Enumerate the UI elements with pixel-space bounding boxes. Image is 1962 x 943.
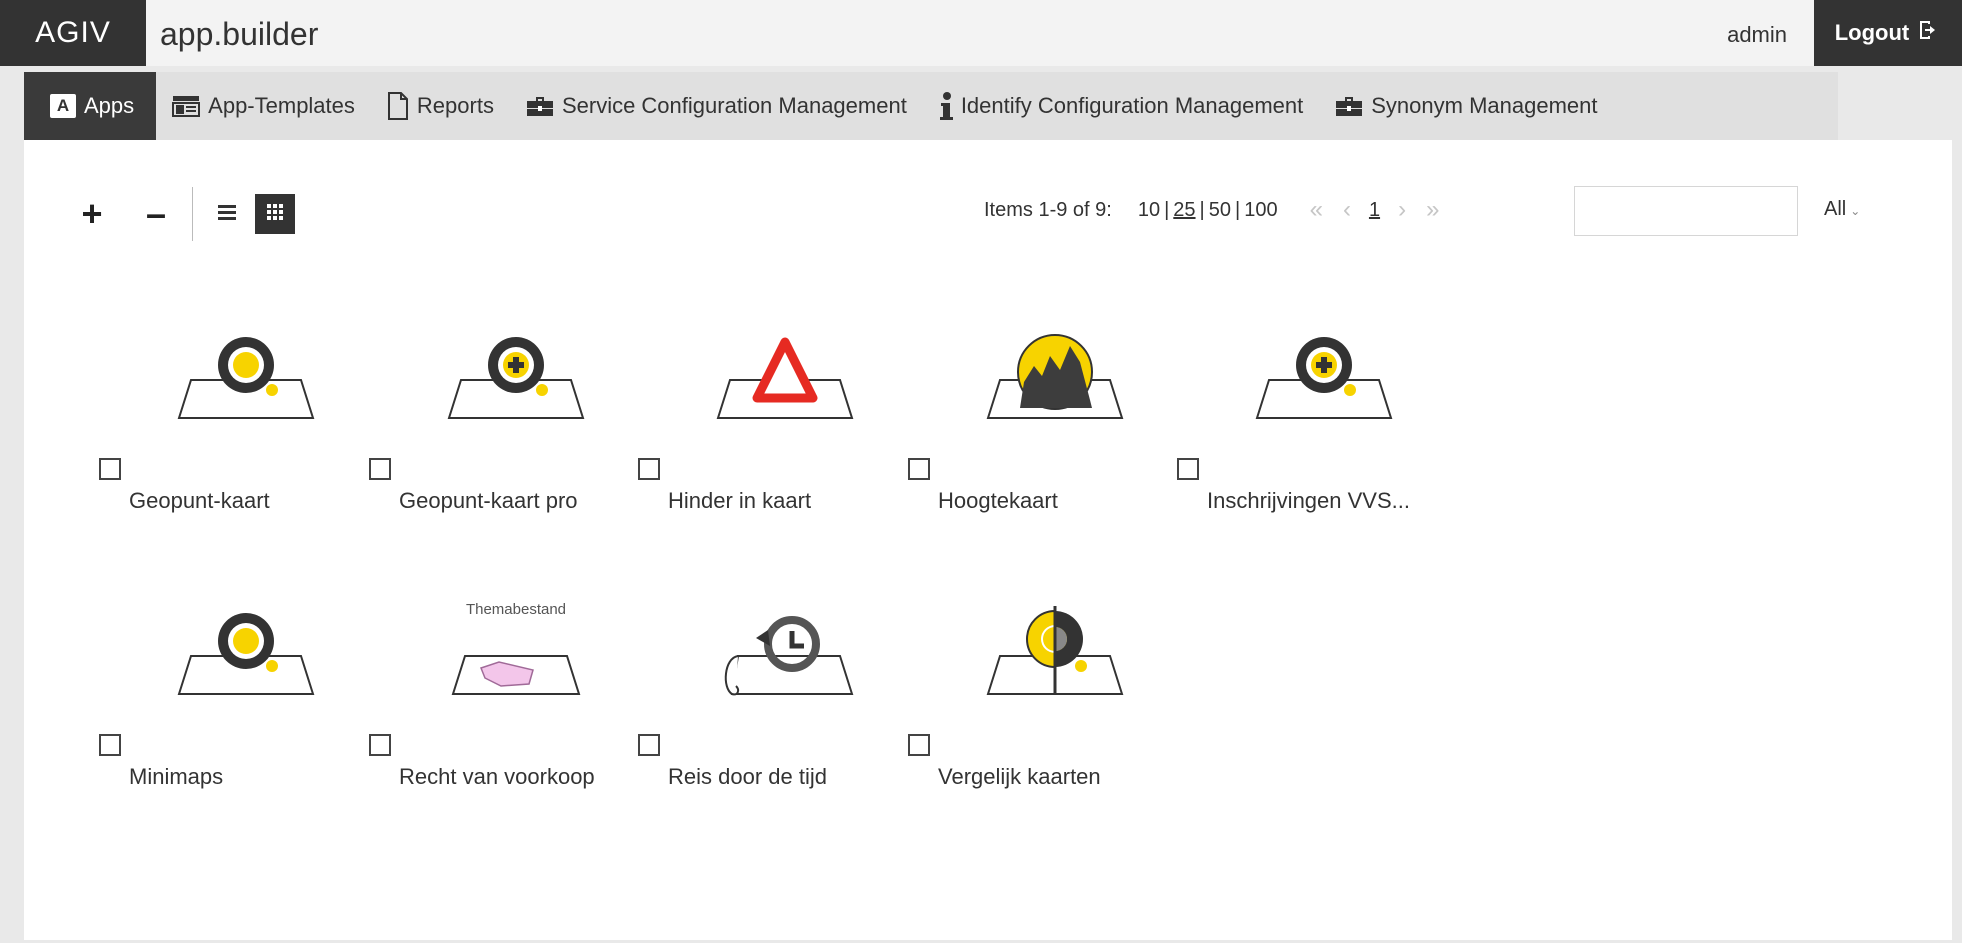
- tab-identify-configuration[interactable]: Identify Configuration Management: [923, 72, 1319, 140]
- filter-dropdown[interactable]: All ⌄: [1824, 198, 1860, 221]
- page-size-100[interactable]: 100: [1240, 199, 1281, 222]
- grid-icon: [265, 202, 285, 227]
- app-tile[interactable]: Vergelijk kaarten: [908, 586, 1208, 836]
- app-tile[interactable]: Hinder in kaart: [638, 310, 938, 560]
- tab-label: App-Templates: [208, 93, 355, 118]
- tab-app-templates[interactable]: App-Templates: [156, 72, 371, 140]
- app-checkbox[interactable]: [369, 458, 391, 480]
- geopunt-pro-map-icon: [441, 310, 591, 430]
- app-name[interactable]: Vergelijk kaarten: [938, 764, 1178, 790]
- top-bar: AGIV app.builder admin Logout: [0, 0, 1962, 66]
- app-name[interactable]: Hoogtekaart: [938, 488, 1178, 514]
- thematic-map-icon: Themabestand: [441, 586, 591, 706]
- history-map-icon: [710, 586, 860, 706]
- geopunt-pro-map-icon: [1249, 310, 1399, 430]
- app-name[interactable]: Geopunt-kaart pro: [399, 488, 639, 514]
- app-name[interactable]: Inschrijvingen VVS...: [1207, 488, 1447, 514]
- app-tile[interactable]: Themabestand Recht van voorkoop: [369, 586, 669, 836]
- page-size-50[interactable]: 50: [1205, 199, 1235, 222]
- warning-triangle-map-icon: [710, 310, 860, 430]
- app-checkbox[interactable]: [99, 734, 121, 756]
- app-checkbox[interactable]: [99, 458, 121, 480]
- toolbox-icon: [1335, 95, 1363, 117]
- tab-label: Synonym Management: [1371, 93, 1598, 118]
- prev-page-icon[interactable]: ‹: [1343, 196, 1351, 224]
- apps-panel: + – Items 1-9 of 9: 10 | 25 | 50 | 100 « ‹ …: [24, 140, 1952, 940]
- page-number[interactable]: 1: [1369, 199, 1380, 222]
- filter-label: All: [1824, 198, 1847, 220]
- list-view-button[interactable]: [207, 194, 247, 234]
- list-toolbar: + –: [72, 187, 295, 241]
- geopunt-map-icon: [171, 310, 321, 430]
- page-size-10[interactable]: 10: [1134, 199, 1164, 222]
- app-title: app.builder: [160, 16, 319, 52]
- app-checkbox[interactable]: [908, 458, 930, 480]
- tab-service-configuration[interactable]: Service Configuration Management: [510, 72, 923, 140]
- app-tile[interactable]: Geopunt-kaart pro: [369, 310, 669, 560]
- chevron-down-icon: ⌄: [1850, 204, 1861, 218]
- app-tile[interactable]: Geopunt-kaart: [99, 310, 399, 560]
- grid-view-button[interactable]: [255, 194, 295, 234]
- app-checkbox[interactable]: [638, 734, 660, 756]
- search-input[interactable]: [1574, 186, 1798, 236]
- main-nav-tabs: A Apps App-Templates Reports Service Con…: [24, 72, 1838, 140]
- tab-label: Service Configuration Management: [561, 93, 907, 118]
- last-page-icon[interactable]: »: [1426, 196, 1439, 224]
- app-name[interactable]: Minimaps: [129, 764, 369, 790]
- tab-synonym-management[interactable]: Synonym Management: [1319, 72, 1613, 140]
- tab-label: Apps: [84, 93, 135, 118]
- username: admin: [1727, 22, 1787, 47]
- logout-icon: [1917, 18, 1941, 48]
- info-icon: [939, 91, 953, 121]
- add-button[interactable]: +: [72, 194, 112, 234]
- tab-reports[interactable]: Reports: [371, 72, 510, 140]
- tab-label: Identify Configuration Management: [960, 93, 1304, 118]
- list-icon: [216, 203, 238, 226]
- elevation-map-icon: [980, 310, 1130, 430]
- app-name[interactable]: Geopunt-kaart: [129, 488, 369, 514]
- app-tile[interactable]: Reis door de tijd: [638, 586, 938, 836]
- app-tile[interactable]: Minimaps: [99, 586, 399, 836]
- items-count: Items 1-9 of 9:: [984, 198, 1112, 221]
- app-tile[interactable]: Inschrijvingen VVS...: [1177, 310, 1477, 560]
- app-checkbox[interactable]: [638, 458, 660, 480]
- app-checkbox[interactable]: [908, 734, 930, 756]
- app-checkbox[interactable]: [369, 734, 391, 756]
- geopunt-map-icon: [171, 586, 321, 706]
- remove-button[interactable]: –: [136, 194, 176, 234]
- app-name[interactable]: Hinder in kaart: [668, 488, 908, 514]
- apps-icon: A: [50, 94, 76, 118]
- tab-label: Reports: [416, 93, 494, 118]
- pagination: Items 1-9 of 9: 10 | 25 | 50 | 100 « ‹ 1 › …: [984, 196, 1440, 224]
- app-tile[interactable]: Hoogtekaart: [908, 310, 1208, 560]
- document-icon: [387, 92, 409, 120]
- compare-map-icon: [980, 586, 1130, 706]
- logout-label: Logout: [1834, 20, 1910, 45]
- first-page-icon[interactable]: «: [1310, 196, 1323, 224]
- page-size-25[interactable]: 25: [1169, 199, 1199, 222]
- app-name[interactable]: Reis door de tijd: [668, 764, 908, 790]
- brand-logo[interactable]: AGIV: [0, 0, 146, 66]
- toolbox-icon: [526, 95, 554, 117]
- icon-caption: Themabestand: [466, 601, 566, 618]
- app-name[interactable]: Recht van voorkoop: [399, 764, 639, 790]
- app-checkbox[interactable]: [1177, 458, 1199, 480]
- toolbar-divider: [192, 187, 193, 241]
- logout-button[interactable]: Logout: [1814, 0, 1962, 66]
- template-icon: [172, 94, 201, 118]
- next-page-icon[interactable]: ›: [1398, 196, 1406, 224]
- tab-apps[interactable]: A Apps: [24, 72, 157, 140]
